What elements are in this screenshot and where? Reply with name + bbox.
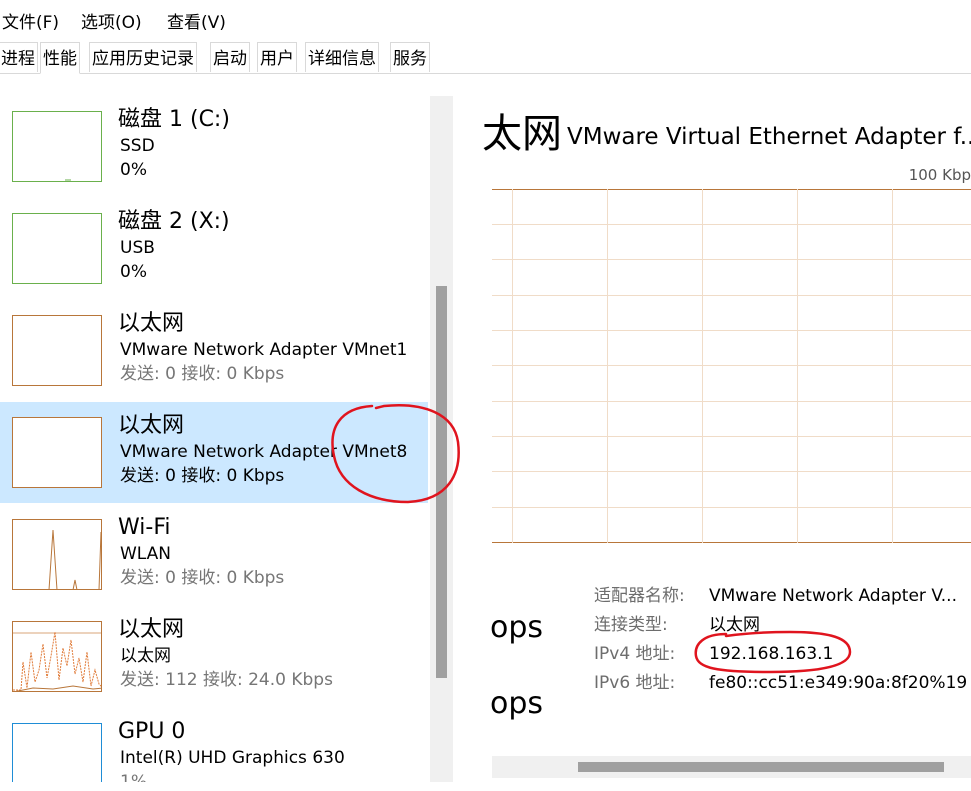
item-line2: 发送: 0 接收: 0 Kbps: [120, 466, 285, 486]
resource-list: 磁盘 1 (C:) SSD 0% 磁盘 2 (X:) USB 0% 以太网 VM…: [0, 96, 428, 782]
item-title: 以太网: [118, 413, 185, 438]
item-title: 以太网: [118, 617, 185, 642]
ethernet-thumbnail: [12, 417, 102, 488]
item-line2: 0%: [120, 262, 147, 282]
tab-startup[interactable]: 启动: [210, 42, 250, 72]
item-line1: VMware Network Adapter VMnet8: [120, 442, 408, 462]
list-item-ethernet-vmnet8[interactable]: 以太网 VMware Network Adapter VMnet8 发送: 0 …: [0, 402, 428, 503]
property-label: IPv6 地址:: [594, 673, 676, 693]
item-line1: Intel(R) UHD Graphics 630: [120, 748, 345, 768]
item-line1: WLAN: [120, 544, 172, 564]
property-value: fe80::cc51:e349:90a:8f20%19: [709, 673, 968, 693]
item-line1: 以太网: [120, 646, 171, 666]
property-value: 以太网: [709, 615, 760, 635]
list-item-disk-2[interactable]: 磁盘 2 (X:) USB 0%: [0, 198, 428, 299]
gpu-thumbnail: [12, 723, 102, 782]
item-title: Wi-Fi: [118, 515, 171, 540]
tab-performance[interactable]: 性能: [40, 42, 80, 74]
disk-thumbnail: [12, 213, 102, 284]
tab-users[interactable]: 用户: [257, 42, 297, 72]
item-line2: 发送: 0 接收: 0 Kbps: [120, 568, 285, 588]
item-line2: 发送: 0 接收: 0 Kbps: [120, 364, 285, 384]
list-item-wifi[interactable]: Wi-Fi WLAN 发送: 0 接收: 0 Kbps: [0, 504, 428, 605]
item-line1: VMware Network Adapter VMnet1: [120, 340, 408, 360]
item-line1: USB: [120, 238, 155, 258]
adapter-title: VMware Virtual Ethernet Adapter f...: [567, 124, 971, 150]
menu-file[interactable]: 文件(F): [2, 12, 59, 34]
item-title: 磁盘 2 (X:): [118, 209, 230, 234]
receive-rate-value: ops: [490, 686, 544, 721]
item-line2: 1%: [120, 772, 147, 782]
tab-details[interactable]: 详细信息: [305, 42, 379, 72]
menu-options[interactable]: 选项(O): [81, 12, 142, 34]
list-scrollbar[interactable]: [430, 96, 453, 782]
property-label: 连接类型:: [594, 615, 668, 635]
throughput-graph: [492, 189, 971, 543]
tab-bar: 进程 性能 应用历史记录 启动 用户 详细信息 服务: [0, 42, 971, 74]
menu-view[interactable]: 查看(V): [167, 12, 226, 34]
list-item-ethernet[interactable]: 以太网 以太网 发送: 112 接收: 24.0 Kbps: [0, 606, 428, 707]
send-rate-value: ops: [490, 610, 544, 645]
tab-processes[interactable]: 进程: [0, 42, 38, 72]
property-label: 适配器名称:: [594, 586, 685, 606]
detail-title: 太网: [482, 111, 562, 157]
property-label: IPv4 地址:: [594, 644, 676, 664]
ethernet-thumbnail: [12, 621, 102, 692]
item-line2: 0%: [120, 160, 147, 180]
ethernet-thumbnail: [12, 315, 102, 386]
item-title: 磁盘 1 (C:): [118, 107, 230, 132]
item-title: 以太网: [118, 311, 185, 336]
item-title: GPU 0: [118, 719, 186, 744]
detail-horizontal-scrollbar[interactable]: [492, 756, 971, 778]
list-scrollbar-thumb[interactable]: [436, 286, 447, 678]
item-line2: 发送: 112 接收: 24.0 Kbps: [120, 670, 333, 690]
graph-scale-label: 100 Kbp: [908, 166, 971, 184]
property-value: VMware Network Adapter V...: [709, 586, 957, 606]
tab-app-history[interactable]: 应用历史记录: [89, 42, 197, 72]
list-item-disk-1[interactable]: 磁盘 1 (C:) SSD 0%: [0, 96, 428, 197]
list-item-ethernet-vmnet1[interactable]: 以太网 VMware Network Adapter VMnet1 发送: 0 …: [0, 300, 428, 401]
detail-pane: 太网 VMware Virtual Ethernet Adapter f... …: [454, 96, 971, 791]
property-value: 192.168.163.1: [709, 644, 834, 664]
detail-scrollbar-thumb[interactable]: [578, 762, 944, 772]
tab-services[interactable]: 服务: [390, 42, 430, 72]
item-line1: SSD: [120, 136, 155, 156]
menu-bar: 文件(F) 选项(O) 查看(V): [0, 0, 971, 38]
disk-thumbnail: [12, 111, 102, 182]
list-item-gpu-0[interactable]: GPU 0 Intel(R) UHD Graphics 630 1%: [0, 708, 428, 782]
wifi-thumbnail: [12, 519, 102, 590]
